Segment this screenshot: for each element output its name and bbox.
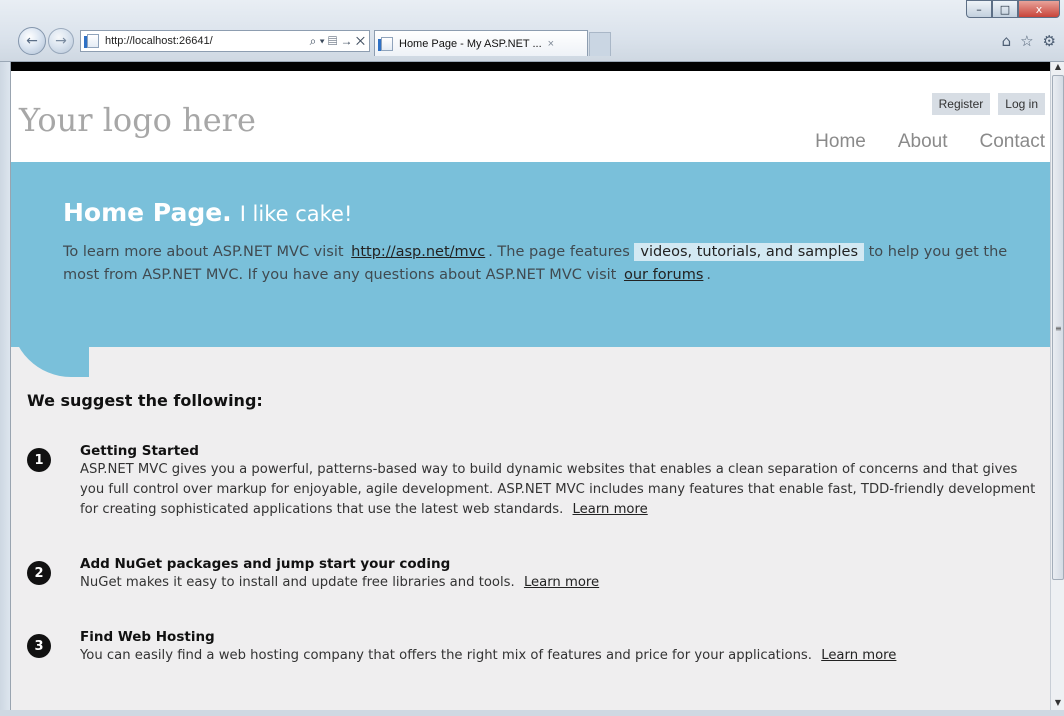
home-icon[interactable]: ⌂ [1002, 32, 1012, 50]
step-description: NuGet makes it easy to install and updat… [80, 573, 1040, 593]
main-content: We suggest the following: 1 Getting Star… [11, 347, 1050, 666]
star-icon[interactable]: ☆ [1020, 32, 1033, 50]
list-item: 1 Getting Started ASP.NET MVC gives you … [27, 443, 1035, 520]
hero-text-1: To learn more about ASP.NET MVC visit [63, 244, 344, 260]
menu-item-home[interactable]: Home [815, 131, 866, 153]
grip-icon: ≡ [1055, 324, 1062, 333]
vertical-scrollbar[interactable]: ▲ ≡ ▼ [1050, 62, 1064, 710]
menu-item-about[interactable]: About [898, 131, 948, 153]
list-item: 2 Add NuGet packages and jump start your… [27, 556, 1034, 593]
menu-item-contact[interactable]: Contact [980, 131, 1045, 153]
featured-section: Home Page. I like cake! To learn more ab… [11, 162, 1050, 377]
main-menu: Home About Contact [815, 131, 1045, 153]
tab-close-icon[interactable]: × [548, 38, 554, 50]
browser-chrome: ← → http://localhost:26641/ ⌕ ▾ ▤ → ✕ Ho… [0, 0, 1064, 62]
step-title: Add NuGet packages and jump start your c… [80, 556, 451, 572]
hero-title-row: Home Page. I like cake! [63, 198, 1050, 227]
new-tab-button[interactable] [589, 32, 611, 56]
list-item: 3 Find Web Hosting You can easily find a… [27, 629, 1034, 666]
step-description: You can easily find a web hosting compan… [80, 646, 1040, 666]
minimize-button[interactable]: – [966, 0, 992, 18]
mvc-link[interactable]: http://asp.net/mvc [348, 244, 488, 260]
tab-page-icon [378, 36, 393, 51]
suggest-heading: We suggest the following: [27, 391, 263, 410]
step-text: You can easily find a web hosting compan… [80, 648, 812, 663]
scroll-down-arrow-icon[interactable]: ▼ [1052, 698, 1064, 710]
address-tools[interactable]: ⌕ ▾ ▤ → ✕ [310, 34, 369, 49]
learn-more-link[interactable]: Learn more [821, 648, 896, 663]
top-bar [11, 62, 1050, 71]
site-logo[interactable]: Your logo here [19, 101, 256, 139]
step-title: Find Web Hosting [80, 629, 215, 645]
browser-toolbar-icons: ⌂ ☆ ⚙ [1002, 32, 1056, 50]
window-frame-bottom [0, 710, 1064, 716]
step-text: NuGet makes it easy to install and updat… [80, 575, 515, 590]
maximize-button[interactable]: □ [992, 0, 1018, 18]
gear-icon[interactable]: ⚙ [1043, 32, 1056, 50]
address-bar[interactable]: http://localhost:26641/ ⌕ ▾ ▤ → ✕ [80, 30, 370, 52]
forward-arrow-icon: → [55, 33, 67, 49]
window-frame-left [0, 62, 10, 716]
address-url[interactable]: http://localhost:26641/ [105, 35, 310, 47]
scrollbar-thumb[interactable]: ≡ [1052, 75, 1064, 580]
login-link[interactable]: Log in [998, 93, 1045, 115]
step-title: Getting Started [80, 443, 199, 459]
page-viewport: Your logo here Register Log in Home Abou… [10, 62, 1050, 710]
scroll-up-arrow-icon[interactable]: ▲ [1052, 62, 1064, 74]
step-number-badge: 2 [27, 561, 51, 585]
forums-link[interactable]: our forums [621, 267, 706, 283]
page-icon [84, 34, 99, 48]
site-header: Your logo here Register Log in Home Abou… [11, 71, 1050, 162]
forward-button[interactable]: → [48, 28, 74, 54]
hero-paragraph: To learn more about ASP.NET MVC visit ht… [63, 241, 1023, 287]
auth-links: Register Log in [931, 93, 1045, 115]
videos-highlight-link[interactable]: videos, tutorials, and samples [634, 243, 865, 261]
step-text: ASP.NET MVC gives you a powerful, patter… [80, 462, 1036, 517]
register-link[interactable]: Register [931, 93, 991, 115]
step-number-badge: 3 [27, 634, 51, 658]
learn-more-link[interactable]: Learn more [573, 502, 648, 517]
tab-title: Home Page - My ASP.NET ... [399, 37, 542, 50]
hero-text-4: . [706, 267, 712, 283]
hero-text-2: . The page features [488, 244, 630, 260]
page-subtitle: I like cake! [239, 202, 353, 226]
close-window-button[interactable]: x [1018, 0, 1060, 18]
step-description: ASP.NET MVC gives you a powerful, patter… [80, 460, 1040, 520]
browser-tab[interactable]: Home Page - My ASP.NET ... × [374, 30, 588, 56]
back-arrow-icon: ← [26, 33, 38, 49]
window-controls: – □ x [966, 0, 1060, 18]
step-number-badge: 1 [27, 448, 51, 472]
page-title: Home Page. [63, 198, 232, 227]
back-button[interactable]: ← [18, 27, 46, 55]
learn-more-link[interactable]: Learn more [524, 575, 599, 590]
